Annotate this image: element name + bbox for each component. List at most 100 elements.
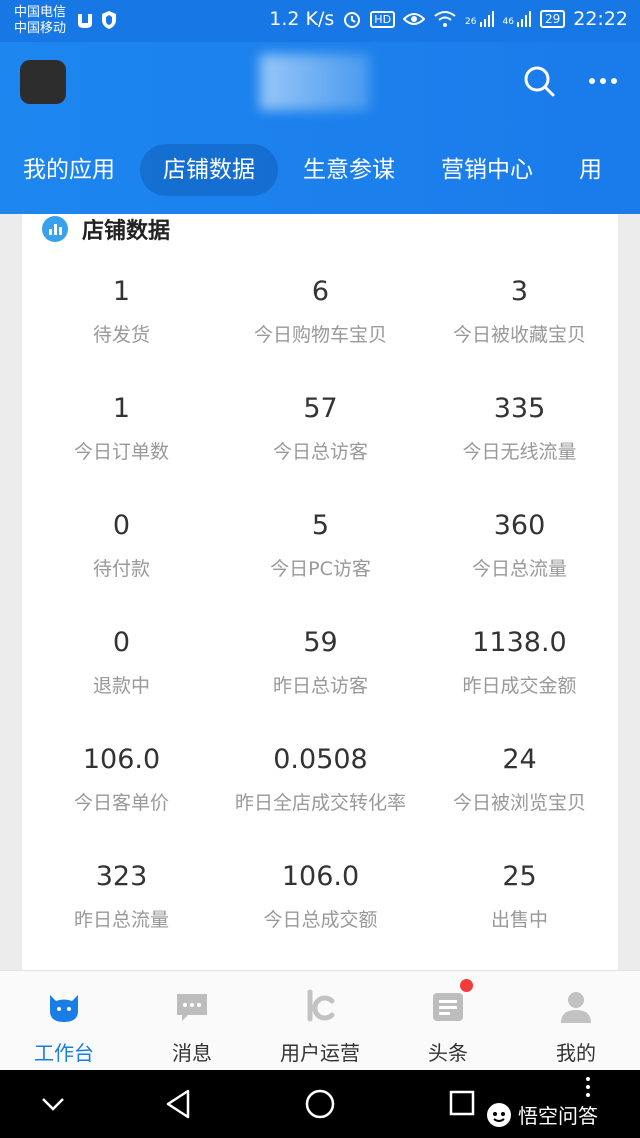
alarm-icon [344, 12, 361, 28]
status-bar: 中国电信 中国移动 1.2 K/s HD 26 46 29 22:22 [0, 0, 640, 42]
tab-headlines-label: 头条 [428, 1041, 468, 1065]
tab-profile-label: 我的 [556, 1041, 596, 1065]
stat-value: 59 [303, 627, 338, 658]
eye-icon [403, 13, 426, 25]
tab-marketing-center[interactable]: 营销中心 [418, 144, 556, 196]
tab-my-apps[interactable]: 我的应用 [0, 144, 138, 196]
hd-badge: HD [370, 10, 396, 28]
watermark-text: 悟空问答 [518, 1104, 598, 1128]
stat-label: 出售中 [490, 909, 548, 931]
stat-item[interactable]: 0 退款中 [22, 625, 221, 698]
stat-item[interactable]: 59 昨日总访客 [221, 625, 420, 698]
stat-item[interactable]: 0.0508 昨日全店成交转化率 [221, 742, 420, 815]
tab-profile[interactable]: 我的 [512, 971, 640, 1071]
tab-user-ops[interactable]: 用户运营 [256, 971, 384, 1071]
stat-label: 今日被收藏宝贝 [452, 324, 586, 346]
profile-icon [561, 992, 591, 1023]
stat-value: 0 [112, 510, 131, 541]
carrier-1: 中国电信 [14, 5, 67, 20]
stat-value: 335 [493, 393, 546, 424]
home-icon[interactable] [304, 1088, 336, 1120]
tab-messages[interactable]: 消息 [128, 971, 256, 1071]
stat-item[interactable]: 323 昨日总流量 [22, 859, 221, 932]
signal-bars-icon [479, 11, 494, 27]
stat-label: 昨日总访客 [272, 675, 368, 697]
stat-label: 昨日全店成交转化率 [234, 792, 406, 814]
stat-label: 今日总访客 [272, 441, 368, 463]
stat-value: 323 [95, 861, 148, 892]
stat-value: 25 [502, 861, 537, 892]
stat-item[interactable]: 106.0 今日客单价 [22, 742, 221, 815]
net-speed: 1.2 K/s [269, 8, 335, 30]
stat-item[interactable]: 57 今日总访客 [221, 391, 420, 464]
stat-value: 5 [311, 510, 330, 541]
tab-partial[interactable]: 用 [556, 144, 625, 196]
signal-2: 46 [503, 11, 532, 27]
tab-business-advisor[interactable]: 生意参谋 [280, 144, 418, 196]
stat-item[interactable]: 360 今日总流量 [420, 508, 619, 581]
stat-label: 今日购物车宝贝 [253, 324, 387, 346]
bar-chart-icon [42, 216, 68, 242]
stat-value: 24 [502, 744, 537, 775]
stat-value: 57 [303, 393, 338, 424]
stat-value: 106.0 [281, 861, 360, 892]
clock: 22:22 [573, 8, 628, 30]
tab-headlines[interactable]: 头条 [384, 971, 512, 1071]
stat-label: 待付款 [92, 558, 150, 580]
card-title: 店铺数据 [82, 219, 171, 244]
stat-value: 0 [112, 627, 131, 658]
notification-badge [460, 979, 473, 992]
stat-label: 今日订单数 [73, 441, 169, 463]
tab-workbench-label: 工作台 [34, 1041, 94, 1065]
stat-item[interactable]: 1 今日订单数 [22, 391, 221, 464]
back-icon[interactable] [164, 1088, 192, 1120]
tab-messages-label: 消息 [172, 1041, 212, 1065]
search-icon[interactable] [522, 64, 556, 98]
stat-label: 今日总流量 [471, 558, 567, 580]
stat-value: 6 [311, 276, 330, 307]
stat-label: 昨日成交金额 [462, 675, 577, 697]
more-vertical-icon[interactable] [585, 1076, 591, 1098]
watermark: 悟空问答 [486, 1100, 598, 1129]
stat-item[interactable]: 24 今日被浏览宝贝 [420, 742, 619, 815]
stat-item[interactable]: 1138.0 昨日成交金额 [420, 625, 619, 698]
bottom-tab-bar: 工作台 消息 用户运营 头条 我的 [0, 970, 640, 1071]
recent-apps-icon[interactable] [448, 1089, 476, 1117]
stat-item[interactable]: 5 今日PC访客 [221, 508, 420, 581]
shield-icon [102, 11, 116, 29]
hide-keyboard-icon[interactable] [40, 1092, 66, 1116]
stat-item[interactable]: 106.0 今日总成交额 [221, 859, 420, 932]
tab-user-ops-label: 用户运营 [280, 1041, 360, 1065]
workbench-icon [50, 995, 78, 1022]
notification-app-icon [78, 14, 92, 28]
stat-label: 今日客单价 [73, 792, 169, 814]
signal-1: 26 [465, 11, 494, 27]
stat-value: 3 [510, 276, 529, 307]
tab-workbench[interactable]: 工作台 [0, 971, 128, 1071]
battery-indicator: 29 [539, 10, 566, 28]
carrier-info: 中国电信 中国移动 [14, 5, 66, 37]
shop-name-blurred [260, 54, 370, 110]
wifi-icon [434, 11, 456, 27]
stat-value: 1 [112, 276, 131, 307]
signal-2-label: 46 [502, 17, 514, 27]
stat-label: 今日被浏览宝贝 [452, 792, 586, 814]
stat-label: 昨日总流量 [73, 909, 169, 931]
shop-avatar[interactable] [20, 60, 66, 104]
stat-value: 360 [493, 510, 546, 541]
card-header: 店铺数据 [42, 214, 170, 244]
stat-item[interactable]: 3 今日被收藏宝贝 [420, 274, 619, 347]
stat-value: 106.0 [82, 744, 161, 775]
stat-value: 0.0508 [273, 744, 368, 775]
stat-item[interactable]: 1 待发货 [22, 274, 221, 347]
tab-shop-data[interactable]: 店铺数据 [140, 144, 278, 196]
stat-item[interactable]: 6 今日购物车宝贝 [221, 274, 420, 347]
status-right: 1.2 K/s HD 26 46 29 22:22 [269, 8, 628, 30]
stat-item[interactable]: 0 待付款 [22, 508, 221, 581]
message-icon [177, 994, 207, 1021]
stat-item[interactable]: 25 出售中 [420, 859, 619, 932]
stat-item[interactable]: 335 今日无线流量 [420, 391, 619, 464]
stat-value: 1138.0 [472, 627, 567, 658]
more-icon[interactable] [586, 64, 620, 98]
signal-1-label: 26 [465, 17, 477, 27]
